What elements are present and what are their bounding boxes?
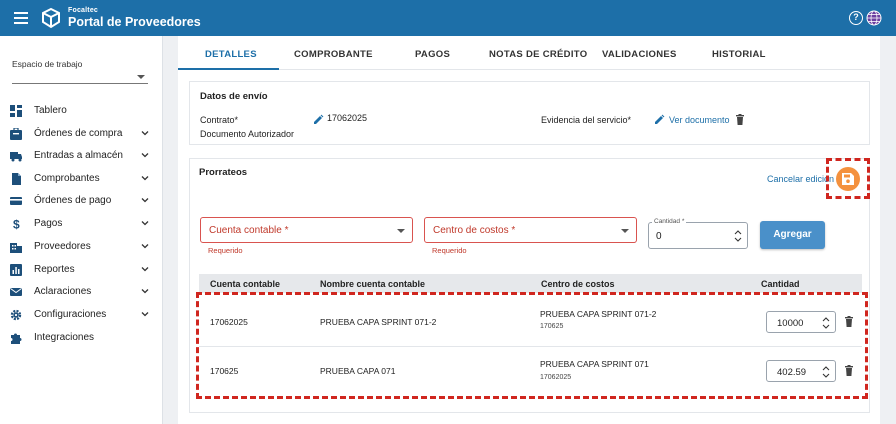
sidebar-item-proveedores[interactable]: Proveedores bbox=[0, 237, 163, 257]
chevron-down-icon bbox=[621, 229, 629, 233]
sidebar-item-label: Proveedores bbox=[34, 241, 91, 252]
sidebar-item-label: Comprobantes bbox=[34, 173, 100, 184]
cuenta-contable-placeholder: Cuenta contable * bbox=[209, 225, 289, 236]
contrato-value: 17062025 bbox=[327, 113, 368, 123]
main-content: DETALLES COMPROBANTE PAGOS NOTAS DE CRÉD… bbox=[178, 36, 880, 424]
cuenta-required-hint: Requerido bbox=[208, 246, 243, 255]
sidebar-item-label: Órdenes de pago bbox=[34, 195, 112, 206]
tab-bar: DETALLES COMPROBANTE PAGOS NOTAS DE CRÉD… bbox=[178, 36, 880, 70]
puzzle-icon bbox=[11, 333, 22, 344]
cuenta-contable-select[interactable]: Cuenta contable * bbox=[200, 217, 413, 243]
sidebar-item-ordenes-pago[interactable]: Órdenes de pago bbox=[0, 191, 163, 211]
sidebar: Espacio de trabajo Tablero Órdenes de co… bbox=[0, 36, 163, 424]
sidebar-item-configuraciones[interactable]: Configuraciones bbox=[0, 305, 163, 325]
trash-icon[interactable] bbox=[735, 114, 745, 125]
centro-costos-placeholder: Centro de costos * bbox=[433, 225, 516, 236]
pencil-icon[interactable] bbox=[313, 114, 324, 125]
column-header: Cuenta contable bbox=[210, 279, 281, 289]
workspace-label: Espacio de trabajo bbox=[12, 59, 83, 69]
chevron-down-icon bbox=[141, 176, 149, 181]
column-header: Nombre cuenta contable bbox=[320, 279, 426, 289]
svg-text:$: $ bbox=[13, 218, 20, 230]
table-rows-highlight bbox=[196, 292, 868, 399]
tab-comprobante[interactable]: COMPROBANTE bbox=[294, 49, 373, 60]
column-header: Cantidad bbox=[761, 279, 800, 289]
chevron-down-icon bbox=[397, 229, 405, 233]
centro-required-hint: Requerido bbox=[432, 246, 467, 255]
workspace-select[interactable] bbox=[12, 70, 148, 84]
sidebar-item-label: Pagos bbox=[34, 218, 63, 229]
building-icon bbox=[10, 243, 22, 253]
sidebar-item-tablero[interactable]: Tablero bbox=[0, 101, 163, 121]
sidebar-item-label: Tablero bbox=[34, 105, 67, 116]
top-app-bar: Focaltec Portal de Proveedores ? bbox=[0, 0, 896, 36]
stepper-arrows-icon[interactable] bbox=[734, 229, 742, 243]
chevron-down-icon bbox=[137, 75, 145, 79]
truck-icon bbox=[10, 152, 22, 162]
chevron-down-icon bbox=[141, 244, 149, 249]
datos-envio-title: Datos de envío bbox=[200, 91, 268, 102]
agregar-button[interactable]: Agregar bbox=[760, 221, 825, 249]
gear-icon bbox=[10, 309, 22, 321]
portal-logo-icon bbox=[42, 7, 60, 29]
sidebar-item-reportes[interactable]: Reportes bbox=[0, 260, 163, 280]
cantidad-value: 0 bbox=[656, 231, 662, 242]
cantidad-label: Cantidad * bbox=[652, 218, 687, 225]
chevron-down-icon bbox=[141, 221, 149, 226]
menu-icon[interactable] bbox=[14, 12, 28, 24]
sidebar-item-label: Órdenes de compra bbox=[34, 128, 123, 139]
money-icon: $ bbox=[13, 218, 20, 230]
chevron-down-icon bbox=[141, 267, 149, 272]
dashboard-icon bbox=[10, 105, 22, 117]
sidebar-item-label: Integraciones bbox=[34, 332, 95, 343]
evidencia-servicio-label: Evidencia del servicio* bbox=[541, 115, 632, 125]
sidebar-item-ordenes-compra[interactable]: Órdenes de compra bbox=[0, 124, 163, 144]
chevron-down-icon bbox=[141, 153, 149, 158]
chevron-down-icon bbox=[141, 131, 149, 136]
documento-autorizador-label: Documento Autorizador bbox=[200, 129, 295, 139]
table-header: Cuenta contable Nombre cuenta contable C… bbox=[199, 274, 862, 293]
sidebar-item-label: Aclaraciones bbox=[34, 286, 92, 297]
mail-icon bbox=[10, 288, 22, 296]
prorrateos-title: Prorrateos bbox=[199, 167, 248, 178]
credit-card-icon bbox=[10, 197, 22, 205]
centro-costos-select[interactable]: Centro de costos * bbox=[424, 217, 637, 243]
sidebar-item-label: Configuraciones bbox=[34, 309, 107, 320]
sidebar-item-comprobantes[interactable]: Comprobantes bbox=[0, 169, 163, 189]
tab-pagos[interactable]: PAGOS bbox=[415, 49, 450, 60]
brand-company: Focaltec bbox=[68, 7, 98, 14]
purchase-order-icon bbox=[10, 128, 22, 140]
sidebar-item-integraciones[interactable]: Integraciones bbox=[0, 328, 163, 348]
help-icon[interactable]: ? bbox=[849, 11, 863, 25]
sidebar-item-label: Entradas a almacén bbox=[34, 150, 123, 161]
chart-icon bbox=[10, 264, 22, 276]
sidebar-item-pagos[interactable]: $ Pagos bbox=[0, 214, 163, 234]
sidebar-item-aclaraciones[interactable]: Aclaraciones bbox=[0, 282, 163, 302]
tab-validaciones[interactable]: VALIDACIONES bbox=[602, 49, 677, 60]
tab-detalles[interactable]: DETALLES bbox=[205, 49, 257, 60]
datos-envio-section: Datos de envío Contrato* 17062025 Docume… bbox=[189, 81, 870, 145]
language-globe-icon[interactable] bbox=[866, 10, 882, 26]
brand-title: Portal de Proveedores bbox=[68, 15, 201, 29]
chevron-down-icon bbox=[141, 312, 149, 317]
ver-documento-link[interactable]: Ver documento bbox=[669, 115, 730, 125]
document-icon bbox=[12, 173, 21, 185]
column-header: Centro de costos bbox=[541, 279, 615, 289]
cantidad-input[interactable]: 0 bbox=[648, 222, 748, 249]
save-button-highlight bbox=[826, 158, 870, 199]
sidebar-item-label: Reportes bbox=[34, 264, 75, 275]
contrato-label: Contrato* bbox=[200, 115, 239, 125]
pencil-icon[interactable] bbox=[654, 114, 665, 125]
tab-notas-credito[interactable]: NOTAS DE CRÉDITO bbox=[489, 49, 587, 60]
chevron-down-icon bbox=[141, 198, 149, 203]
sidebar-item-entradas-almacen[interactable]: Entradas a almacén bbox=[0, 146, 163, 166]
active-tab-indicator bbox=[178, 68, 279, 70]
chevron-down-icon bbox=[141, 289, 149, 294]
tab-historial[interactable]: HISTORIAL bbox=[712, 49, 766, 60]
cancelar-edicion-link[interactable]: Cancelar edición bbox=[767, 174, 834, 184]
